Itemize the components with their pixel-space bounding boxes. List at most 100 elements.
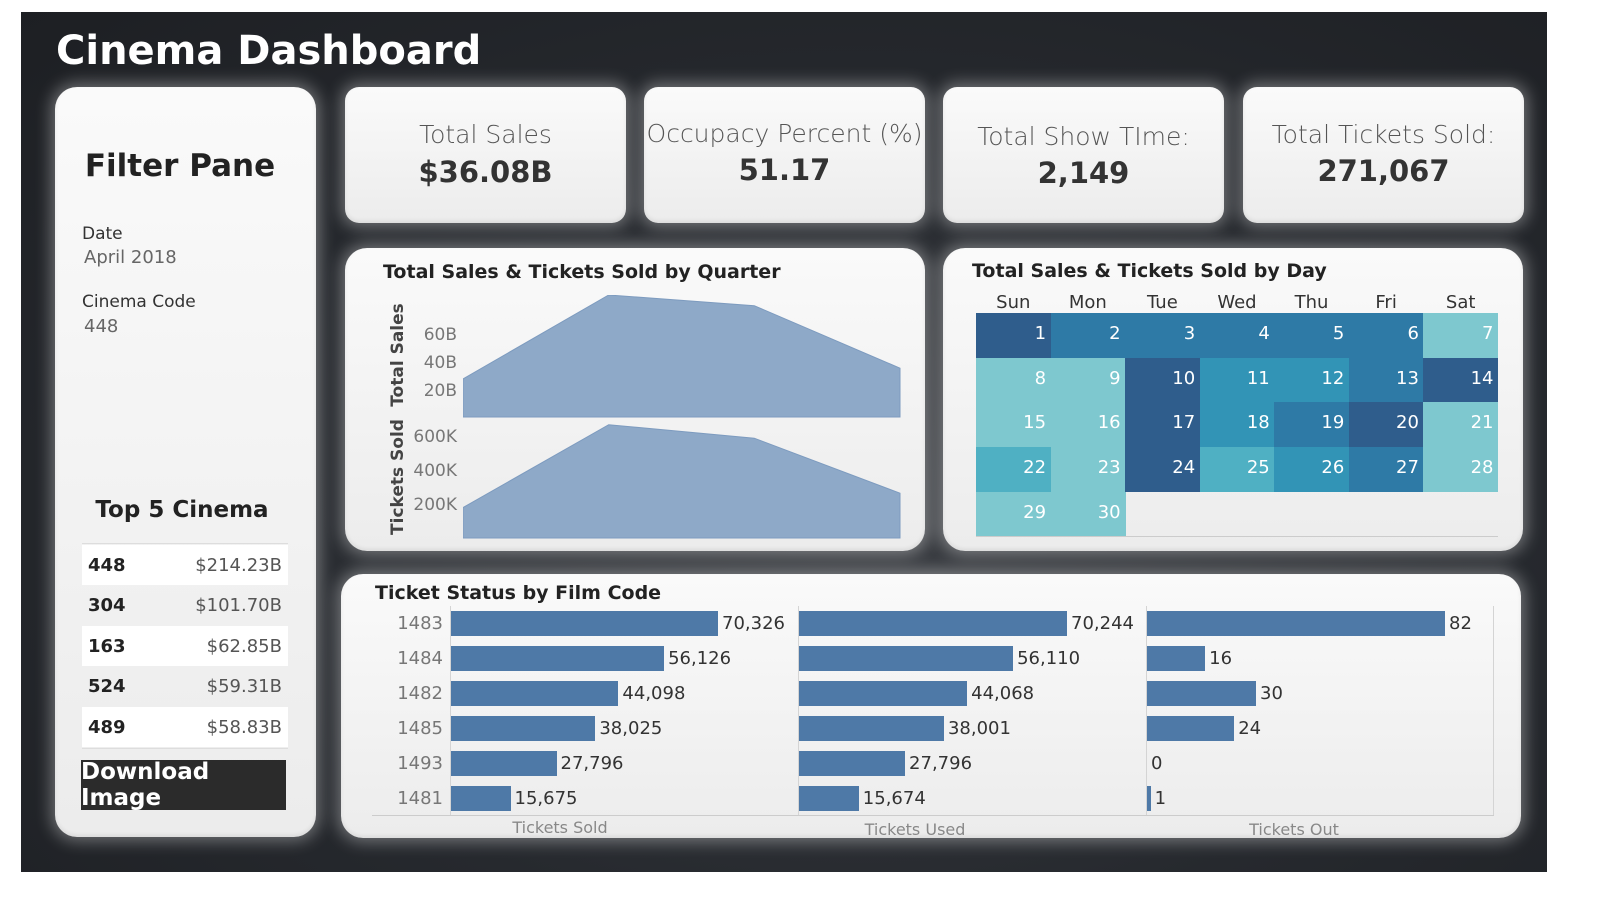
calendar-day-cell[interactable]: 26 [1274,447,1350,492]
cinema-amount: $59.31B [206,675,282,697]
bar-tickets-used[interactable] [799,681,968,706]
kpi-value: $36.08B [418,155,553,189]
kpi-label: Total Sales [419,120,552,149]
divider [976,536,1498,537]
bar-value-label: 38,025 [599,718,663,739]
bar-tickets-used[interactable] [799,646,1014,671]
bar-tickets-used[interactable] [799,786,859,811]
bar-tickets-used[interactable] [799,611,1067,636]
cinema-code: 524 [88,675,126,697]
bar-value-label: 15,674 [862,788,926,809]
bar-value-label: 16 [1209,648,1233,669]
film-code-label: 1481 [397,788,443,809]
filter-pane-title: Filter Pane [84,148,276,184]
calendar-day-cell[interactable]: 24 [1125,447,1201,492]
cinema-code: 304 [88,594,126,616]
calendar-day-cell[interactable]: 28 [1423,447,1499,492]
calendar-day-cell[interactable]: 21 [1423,402,1499,448]
bar-tickets-used[interactable] [799,751,906,776]
bar-value-label: 27,796 [560,753,624,774]
date-filter-label: Date [82,224,123,244]
calendar-day-cell[interactable]: 27 [1348,447,1424,492]
calendar-day-cell[interactable]: 2 [1050,313,1126,358]
film-code-label: 1484 [397,648,443,669]
calendar-day-cell[interactable]: 6 [1348,313,1424,358]
calendar-day-cell[interactable]: 5 [1274,313,1350,358]
calendar-day-cell[interactable]: 16 [1050,402,1126,448]
top5-title: Top 5 Cinema [95,497,269,523]
top5-row[interactable]: 163 $62.85B [82,626,288,666]
weekday-label: Fri [1375,292,1397,313]
calendar-day-cell[interactable]: 1 [976,313,1052,358]
bar-tickets-sold[interactable] [451,646,665,671]
cinema-amount: $214.23B [195,554,282,576]
calendar-day-cell[interactable]: 8 [976,357,1052,403]
calendar-day-cell[interactable]: 30 [1050,491,1126,537]
kpi-value: 271,067 [1317,154,1450,188]
cinema-amount: $62.85B [206,635,282,657]
bar-tickets-out[interactable] [1147,786,1151,811]
top5-row[interactable]: 524 $59.31B [82,666,288,706]
bar-tickets-sold[interactable] [451,751,557,776]
film-code-label: 1483 [397,613,443,634]
y-tick-label: 400K [413,461,457,481]
calendar-day-cell[interactable]: 13 [1348,357,1424,403]
weekday-header: Sun Mon Tue Wed Thu Fri Sat [976,292,1498,314]
area-series-tickets-sold[interactable] [463,424,901,539]
kpi-label: Total Show TIme: [977,122,1190,151]
calendar-day-cell[interactable]: 9 [1050,357,1126,403]
calendar-day-cell[interactable]: 14 [1423,357,1499,403]
bar-tickets-out[interactable] [1147,646,1206,671]
bar-tickets-sold[interactable] [451,786,511,811]
quarter-chart-title: Total Sales & Tickets Sold by Quarter [383,261,781,283]
bar-tickets-out[interactable] [1147,716,1235,741]
bar-tickets-sold[interactable] [451,611,718,636]
bar-tickets-used[interactable] [799,716,944,741]
cinema-amount: $101.70B [195,594,282,616]
calendar-day-cell[interactable]: 18 [1199,402,1275,448]
calendar-day-cell[interactable]: 11 [1199,357,1275,403]
bar-tickets-sold[interactable] [451,681,619,706]
date-filter-value[interactable]: April 2018 [84,247,177,268]
x-axis-label: Tickets Used [864,820,966,839]
bar-value-label: 70,326 [722,613,785,634]
x-axis-label: Tickets Out [1249,820,1339,839]
calendar-day-cell[interactable]: 19 [1274,402,1350,448]
bar-value-label: 24 [1238,718,1262,739]
calendar-day-cell[interactable]: 7 [1423,313,1499,358]
calendar-day-cell[interactable]: 22 [976,447,1052,492]
bar-tickets-sold[interactable] [451,716,596,741]
calendar-day-cell[interactable]: 25 [1199,447,1275,492]
calendar-day-cell[interactable]: 3 [1125,313,1201,358]
calendar-day-cell[interactable]: 4 [1199,313,1275,358]
divider [82,748,288,749]
area-series-total-sales[interactable] [463,295,901,418]
kpi-occupancy: Occupacy Percent (%) 51.17 [644,87,925,223]
top5-row[interactable]: 304 $101.70B [82,585,288,625]
cinema-code: 489 [88,716,126,738]
top5-row[interactable]: 489 $58.83B [82,707,288,747]
weekday-label: Sat [1445,292,1476,313]
calendar-day-cell[interactable]: 12 [1274,357,1350,403]
download-image-button[interactable]: Download Image [81,759,286,811]
divider [82,543,288,544]
kpi-value: 2,149 [1037,156,1130,190]
kpi-label: Occupacy Percent (%) [646,119,923,148]
calendar-day-cell[interactable]: 23 [1050,447,1126,492]
cinema-code: 448 [88,554,126,576]
y-tick-label: 600K [413,427,457,447]
calendar-day-cell[interactable]: 20 [1348,402,1424,448]
kpi-show-time: Total Show TIme: 2,149 [943,87,1224,223]
calendar-day-cell[interactable]: 17 [1125,402,1201,448]
bar-value-label: 0 [1151,753,1163,774]
top5-row[interactable]: 448 $214.23B [82,545,288,585]
cinema-filter-value[interactable]: 448 [84,316,118,337]
calendar-day-cell[interactable]: 10 [1125,357,1201,403]
calendar-day-cell[interactable]: 29 [976,491,1052,537]
bar-tickets-out[interactable] [1147,681,1257,706]
calendar-day-cell[interactable]: 15 [976,402,1052,448]
film-code-label: 1482 [397,683,443,704]
film-code-label: 1493 [397,753,443,774]
x-axis-line [372,815,1494,816]
bar-tickets-out[interactable] [1147,611,1445,636]
